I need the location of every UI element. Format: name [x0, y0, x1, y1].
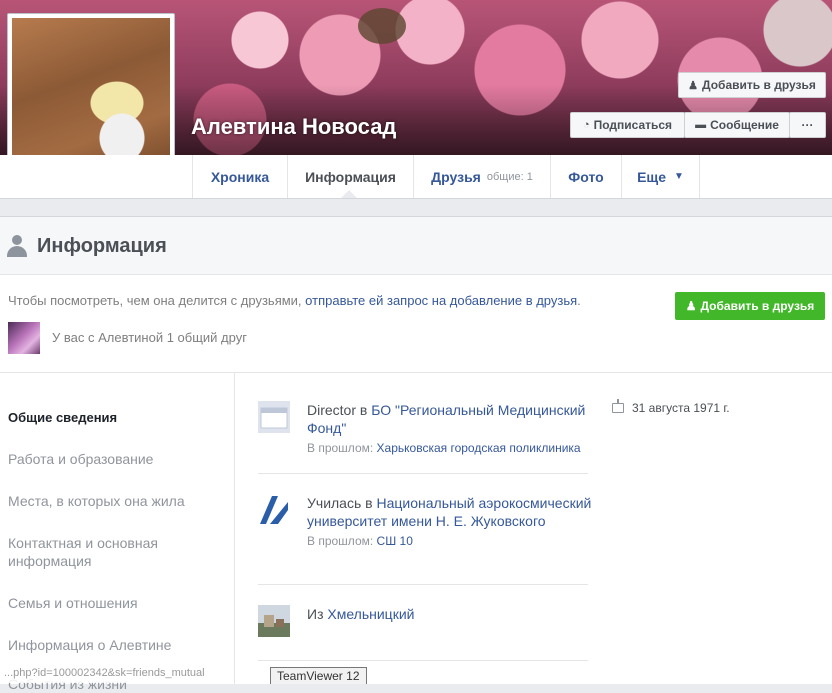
- work-prefix: Director в: [307, 402, 372, 418]
- tab-timeline-label: Хроника: [210, 168, 270, 185]
- subscribe-label: Подписаться: [593, 118, 673, 132]
- university-logo-icon: [258, 494, 290, 526]
- friend-request-notice: Чтобы посмотреть, чем она делится с друз…: [8, 293, 581, 308]
- tab-more[interactable]: Еще ▼: [621, 155, 700, 198]
- message-icon: ▬: [695, 119, 707, 131]
- message-label: Сообщение: [710, 118, 779, 132]
- cover-bee-detail: [358, 8, 406, 44]
- profile-name[interactable]: Алевтина Новосад: [191, 114, 396, 140]
- message-button[interactable]: ▬ Сообщение: [684, 112, 790, 138]
- teamviewer-tab[interactable]: TeamViewer 12: [270, 667, 367, 684]
- education-text: Училась в Национальный аэрокосмический у…: [307, 494, 592, 550]
- profile-photo: [12, 18, 170, 176]
- birthday: 31 августа 1971 г.: [612, 399, 730, 415]
- chevron-down-icon: ▼: [674, 171, 684, 182]
- work-prev-label: В прошлом:: [307, 441, 377, 455]
- entry-divider: [258, 660, 588, 661]
- sidebar-item-work-education[interactable]: Работа и образование: [8, 450, 228, 468]
- notice-text: Чтобы посмотреть, чем она делится с друз…: [8, 293, 306, 308]
- about-sidebar: Общие сведения Работа и образование Мест…: [0, 373, 235, 692]
- add-friend-icon: ♟: [685, 299, 697, 313]
- tab-friends-mutual-count: общие: 1: [486, 170, 533, 183]
- mutual-friends-text[interactable]: У вас с Алевтиной 1 общий друг: [52, 330, 247, 345]
- education-prefix: Училась в: [307, 495, 377, 511]
- section-title: Информация: [37, 235, 167, 257]
- tab-photos[interactable]: Фото: [550, 155, 621, 198]
- tab-timeline[interactable]: Хроника: [192, 155, 287, 198]
- education-prev-label: В прошлом:: [307, 534, 377, 548]
- tab-more-label: Еще: [637, 168, 667, 185]
- sidebar-item-overview[interactable]: Общие сведения: [8, 409, 228, 427]
- add-friend-button[interactable]: ♟ Добавить в друзья: [675, 292, 825, 320]
- hometown-entry: Из Хмельницкий: [258, 605, 588, 637]
- entry-divider: [258, 584, 588, 585]
- work-prev-link[interactable]: Харьковская городская поликлиника: [377, 441, 581, 455]
- work-text: Director в БО "Региональный Медицинский …: [307, 401, 592, 457]
- sidebar-item-family[interactable]: Семья и отношения: [8, 594, 228, 612]
- section-header: Информация: [0, 217, 832, 275]
- sidebar-item-details[interactable]: Информация о Алевтине: [8, 636, 228, 654]
- work-previous: В прошлом: Харьковская городская поликли…: [307, 439, 592, 457]
- tab-about-label: Информация: [305, 168, 396, 185]
- entry-divider: [258, 473, 588, 474]
- status-bar-url: ...php?id=100002342&sk=friends_mutual: [0, 664, 209, 683]
- notice-end: .: [577, 293, 581, 308]
- cake-icon: [612, 399, 624, 413]
- active-tab-pointer: [341, 190, 357, 198]
- education-entry: Училась в Национальный аэрокосмический у…: [258, 494, 591, 564]
- city-photo-icon: [258, 605, 290, 637]
- more-label: ···: [801, 118, 814, 132]
- tab-friends[interactable]: Друзья общие: 1: [413, 155, 550, 198]
- subscribe-button[interactable]: ◔ Подписаться: [570, 112, 685, 138]
- education-prev-link[interactable]: СШ 10: [377, 534, 413, 548]
- hometown-link[interactable]: Хмельницкий: [327, 606, 414, 622]
- rss-icon: ◔: [582, 119, 590, 131]
- add-friend-label: Добавить в друзья: [700, 299, 815, 313]
- cover-add-friend-label: Добавить в друзья: [702, 78, 816, 92]
- briefcase-icon: [258, 401, 290, 433]
- person-icon: [7, 235, 27, 257]
- sidebar-item-contact-info[interactable]: Контактная и основная информация: [8, 534, 228, 570]
- hometown-text: Из Хмельницкий: [307, 605, 592, 623]
- hometown-prefix: Из: [307, 606, 328, 622]
- tab-friends-label: Друзья: [431, 168, 481, 185]
- work-entry: Director в БО "Региональный Медицинский …: [258, 401, 588, 455]
- add-friend-icon: ♟: [688, 79, 699, 92]
- more-button[interactable]: ···: [789, 112, 826, 138]
- education-previous: В прошлом: СШ 10: [307, 532, 592, 550]
- sidebar-item-places[interactable]: Места, в которых она жила: [8, 492, 228, 510]
- birthday-text: 31 августа 1971 г.: [632, 401, 730, 415]
- send-request-link[interactable]: отправьте ей запрос на добавление в друз…: [305, 293, 577, 308]
- profile-tabs: Хроника Информация Друзья общие: 1 Фото …: [0, 155, 832, 199]
- mutual-friend-avatar[interactable]: [8, 322, 40, 354]
- cover-add-friend-button[interactable]: ♟ Добавить в друзья: [678, 72, 826, 98]
- tab-photos-label: Фото: [568, 168, 604, 185]
